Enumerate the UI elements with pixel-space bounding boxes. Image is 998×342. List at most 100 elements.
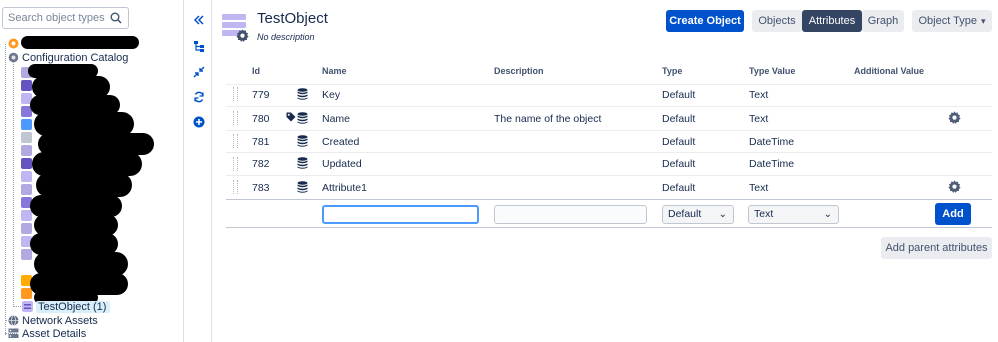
chevron-down-icon: ▾ [980, 16, 986, 26]
type-icon [21, 145, 32, 156]
type-select-value: Default [668, 208, 702, 220]
column-header-type: Type [662, 66, 683, 76]
hierarchy-icon[interactable] [193, 40, 205, 52]
cell-name[interactable]: Key [322, 89, 340, 101]
object-type-menu-button[interactable]: Object Type ▾ [912, 10, 992, 32]
cell-type: Default [662, 182, 696, 194]
tree-connector [13, 62, 14, 307]
column-header-additional-value: Additional Value [854, 66, 925, 76]
row-divider [226, 152, 992, 153]
cell-name[interactable]: Updated [322, 158, 362, 170]
redaction-scribble [21, 36, 139, 49]
object-type-icon [22, 301, 33, 312]
search-input[interactable] [3, 8, 107, 28]
gear-icon[interactable] [948, 180, 961, 193]
collapse-panel-icon[interactable] [193, 14, 205, 26]
drag-handle-icon[interactable] [233, 134, 238, 148]
column-header-id: Id [252, 66, 260, 76]
new-attribute-description-input[interactable] [494, 205, 647, 224]
tree-node-label: Configuration Catalog [22, 51, 129, 64]
type-icon [21, 223, 32, 234]
cell-name[interactable]: Name [322, 113, 350, 125]
cell-id: 779 [252, 89, 270, 101]
refresh-icon[interactable] [193, 91, 205, 103]
object-type-tree-panel: Configuration Catalog [0, 0, 183, 342]
add-attribute-button[interactable]: Add [935, 203, 971, 225]
row-divider [226, 199, 992, 200]
column-header-name: Name [322, 66, 347, 76]
database-icon [297, 157, 308, 169]
cell-type: Default [662, 89, 696, 101]
tree-node-label: Network Assets [22, 314, 98, 327]
object-type-menu-label: Object Type [918, 15, 977, 27]
new-attribute-type-select[interactable]: Default ⌄ [662, 205, 734, 224]
tree-node-configuration-catalog[interactable]: Configuration Catalog [8, 51, 128, 64]
cell-type-value: Text [749, 182, 769, 194]
label-tag-icon [286, 112, 296, 122]
tree-node-label: Asset Details [22, 327, 87, 340]
search-icon[interactable] [110, 12, 122, 24]
new-attribute-type-value-select[interactable]: Text ⌄ [748, 205, 839, 224]
drag-handle-icon[interactable] [233, 180, 238, 194]
tree-node-testobject[interactable]: TestObject (1) [22, 300, 111, 313]
catalog-icon [8, 52, 19, 63]
create-object-button[interactable]: Create Object [666, 10, 744, 32]
add-parent-attributes-button[interactable]: Add parent attributes [881, 237, 992, 259]
cell-type: Default [662, 113, 696, 125]
gear-icon[interactable] [948, 111, 961, 124]
redaction-scribble [36, 173, 132, 197]
type-icon [21, 80, 32, 91]
column-header-type-value: Type Value [749, 66, 796, 76]
app-root: Configuration Catalog [0, 0, 998, 342]
type-icon [21, 119, 32, 130]
tree-connector [5, 44, 6, 335]
new-attribute-name-input[interactable] [322, 205, 479, 224]
cell-type-value: Text [749, 113, 769, 125]
cell-type-value: DateTime [749, 158, 795, 170]
drag-handle-icon[interactable] [233, 157, 238, 171]
row-divider [226, 227, 992, 228]
database-icon [297, 88, 308, 100]
collapse-all-icon[interactable] [193, 66, 205, 78]
add-object-type-icon[interactable] [193, 116, 205, 128]
tree-node-asset-details[interactable]: Asset Details [8, 327, 86, 340]
row-divider [226, 106, 992, 107]
type-icon [21, 249, 32, 260]
cell-id: 781 [252, 136, 270, 148]
type-icon [21, 132, 32, 143]
cell-type: Default [662, 136, 696, 148]
drag-handle-icon[interactable] [233, 87, 238, 101]
type-value-select-value: Text [754, 208, 774, 220]
tab-graph[interactable]: Graph [862, 10, 904, 32]
type-icon [21, 210, 32, 221]
database-icon [297, 135, 308, 147]
cell-type-value: DateTime [749, 136, 795, 148]
cell-name[interactable]: Attribute1 [322, 182, 367, 194]
tree-root-node[interactable] [8, 37, 22, 50]
cell-name[interactable]: Created [322, 136, 359, 148]
object-type-title: TestObject [257, 10, 328, 27]
row-divider [226, 130, 992, 131]
tab-attributes[interactable]: Attributes [802, 10, 862, 32]
drag-handle-icon[interactable] [233, 111, 238, 125]
row-divider [226, 175, 992, 176]
type-icon [21, 171, 32, 182]
search-box[interactable] [2, 7, 129, 29]
globe-icon [8, 315, 19, 326]
tab-objects[interactable]: Objects [752, 10, 802, 32]
object-type-description: No description [257, 32, 315, 42]
cell-type: Default [662, 158, 696, 170]
server-icon [8, 328, 19, 338]
cell-id: 783 [252, 182, 270, 194]
tree-node-network-assets[interactable]: Network Assets [8, 314, 98, 327]
database-icon [297, 181, 308, 193]
cell-description: The name of the object [494, 113, 602, 125]
tree-node-label-selected: TestObject (1) [36, 300, 111, 313]
type-icon [21, 184, 32, 195]
cell-type-value: Text [749, 89, 769, 101]
type-icon [21, 158, 32, 169]
row-divider [226, 84, 992, 85]
object-type-settings-icon[interactable] [236, 29, 249, 42]
root-schema-icon [8, 38, 19, 49]
column-header-description: Description [494, 66, 544, 76]
